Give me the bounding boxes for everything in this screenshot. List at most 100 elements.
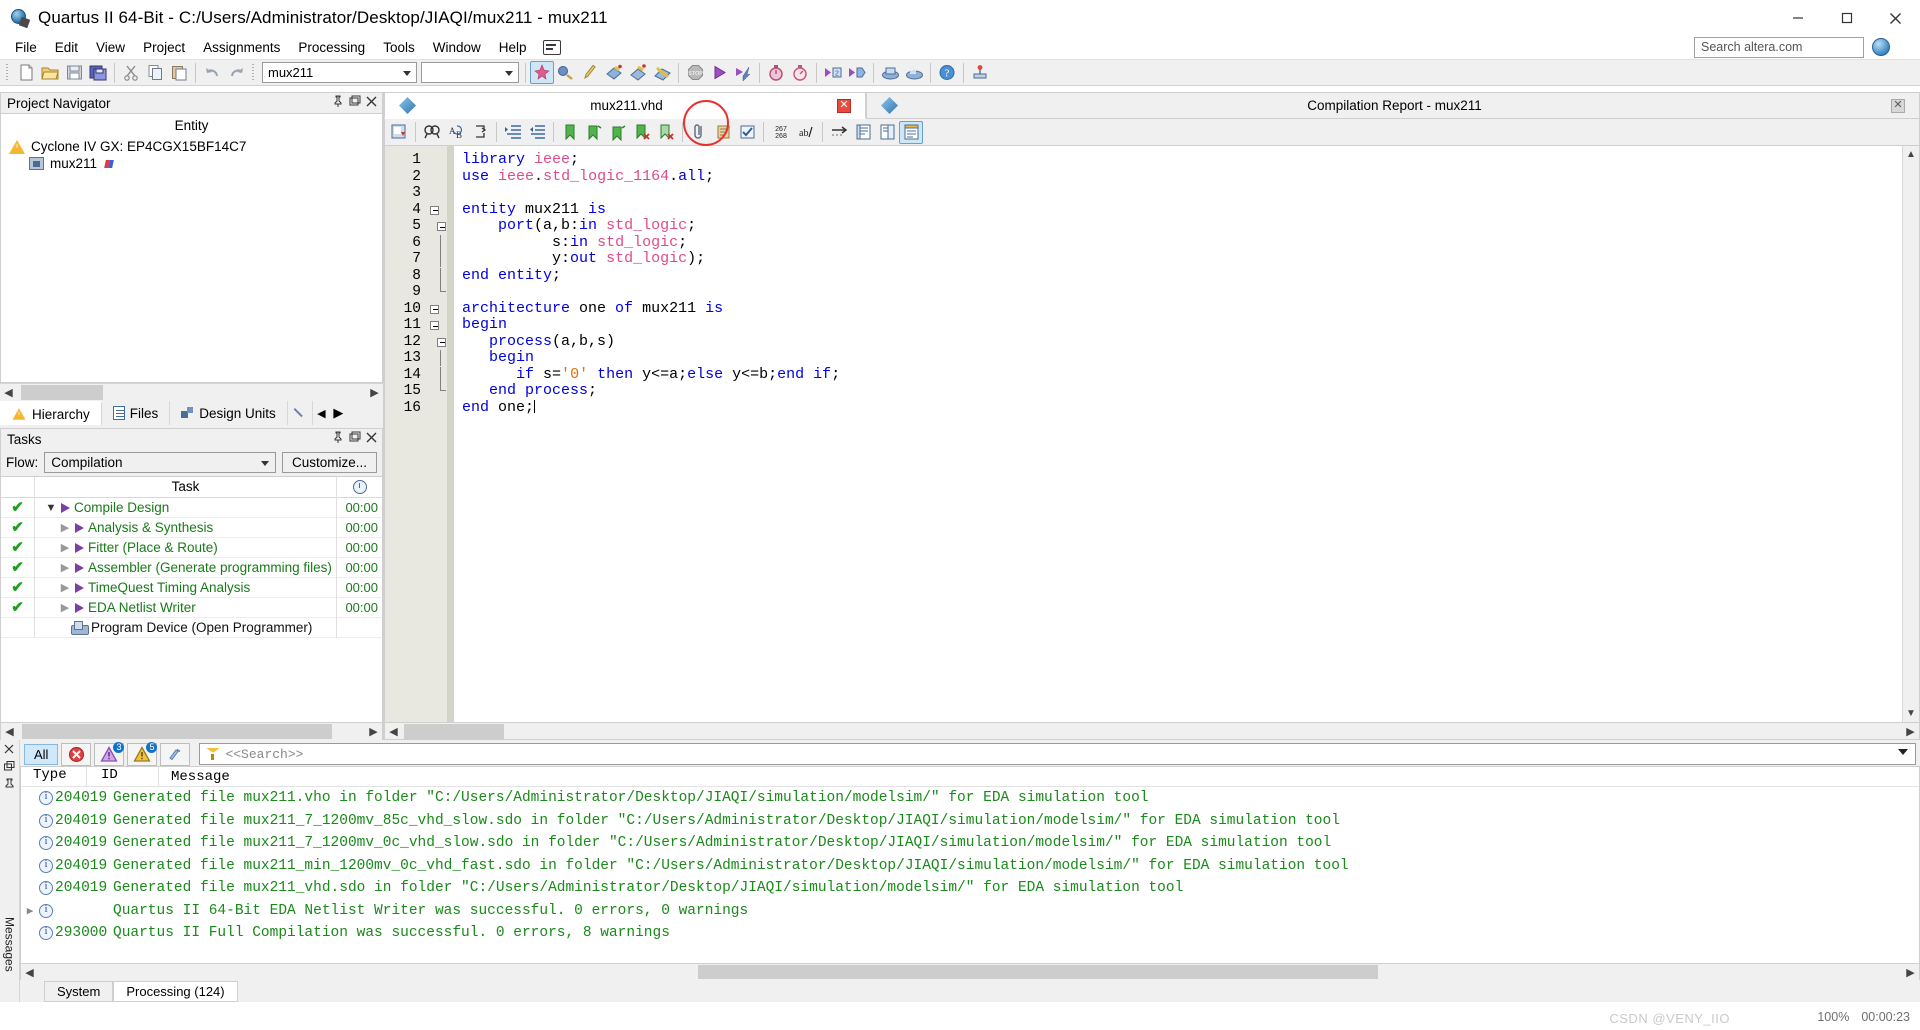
programmer-device-icon[interactable] [878, 61, 902, 84]
filter-info-button[interactable] [160, 742, 191, 766]
editor-hscrollbar[interactable]: ◀ ▶ [384, 723, 1920, 740]
task-row[interactable]: ✔ ▶ Assembler (Generate programming file… [1, 557, 382, 578]
word-wrap-icon[interactable] [827, 121, 851, 144]
undo-icon[interactable] [200, 61, 224, 84]
insert-bookmark-icon[interactable] [558, 121, 582, 144]
full-screen-icon[interactable] [899, 120, 923, 144]
scroll-thumb[interactable] [698, 965, 1378, 979]
second-combo[interactable] [421, 62, 519, 83]
message-row[interactable]: ▶ Quartus II 64-Bit EDA Netlist Writer wa… [21, 900, 1919, 923]
line-numbers-icon[interactable]: 267 268 [768, 121, 794, 144]
scroll-down-button[interactable]: ▼ [1903, 705, 1919, 722]
close-button[interactable] [1871, 0, 1920, 36]
device-row[interactable]: Cyclone IV GX: EP4CGX15BF14C7 [1, 138, 382, 155]
message-row[interactable]: 204019 Generated file mux211.vho in folde… [21, 787, 1919, 810]
run-task-icon[interactable] [75, 522, 84, 533]
maximize-button[interactable] [1822, 0, 1871, 36]
scroll-left-button[interactable]: ◀ [0, 383, 17, 401]
feedback-bubble-icon[interactable] [543, 40, 562, 55]
assignment-editor-icon[interactable] [602, 61, 626, 84]
close-icon[interactable] [366, 431, 378, 444]
chevron-right-icon[interactable]: ▶ [59, 521, 71, 534]
customize-button[interactable]: Customize... [281, 452, 377, 473]
float-icon[interactable] [349, 431, 361, 444]
replace-icon[interactable]: AB [444, 121, 468, 144]
minimize-button[interactable] [1773, 0, 1822, 36]
task-row[interactable]: ✔ ▼ Compile Design 00:00 [1, 497, 382, 518]
filter-errors-button[interactable] [61, 742, 92, 766]
code-editor[interactable]: 1234 5678 9 10 11 12 13 14 15 16 library… [384, 145, 1920, 723]
chevron-right-icon[interactable]: ▶ [59, 601, 71, 614]
chevron-right-icon[interactable]: ▶ [59, 541, 71, 554]
attach-icon[interactable] [687, 121, 711, 144]
toolbar-grip-2[interactable] [251, 63, 257, 83]
chevron-down-icon[interactable]: ▼ [45, 502, 57, 514]
program-device-icon[interactable] [902, 61, 926, 84]
doc-tab-compilation-report[interactable]: Compilation Report - mux211 ✕ [866, 92, 1920, 119]
float-icon[interactable] [4, 761, 15, 772]
tab-ip-components[interactable] [287, 401, 313, 425]
abbreviation-icon[interactable]: ab [794, 121, 818, 144]
task-row[interactable]: ✔ ▶ Fitter (Place & Route) 00:00 [1, 537, 382, 558]
run-task-icon[interactable] [75, 542, 84, 553]
save-file-icon[interactable] [62, 61, 86, 84]
pin-planner-icon[interactable] [578, 61, 602, 84]
messages-search-input[interactable]: <<Search>> [199, 743, 1916, 765]
menu-help[interactable]: Help [490, 38, 536, 57]
scroll-right-button[interactable]: ▶ [1902, 725, 1919, 738]
scroll-up-button[interactable]: ▲ [1903, 146, 1919, 163]
filter-critical-warnings-button[interactable]: 3 [94, 741, 125, 766]
editor-vscrollbar[interactable]: ▲ ▼ [1902, 146, 1919, 722]
search-input[interactable]: Search altera.com [1694, 37, 1864, 58]
tabs-scroll-left[interactable]: ◀ [312, 401, 330, 425]
close-icon[interactable]: ✕ [837, 98, 851, 113]
pin-icon[interactable] [332, 431, 344, 444]
decrease-indent-icon[interactable] [525, 121, 549, 144]
filter-all-tab[interactable]: All [24, 743, 59, 765]
paste-icon[interactable] [167, 61, 191, 84]
settings-icon[interactable] [554, 61, 578, 84]
start-analysis-synthesis-icon[interactable] [731, 61, 755, 84]
clear-all-bookmarks-icon[interactable] [654, 121, 678, 144]
find-icon[interactable] [420, 121, 444, 144]
scroll-track[interactable] [18, 722, 365, 740]
menu-window[interactable]: Window [424, 38, 490, 57]
message-row[interactable]: 204019 Generated file mux211_vhd.sdo in f… [21, 877, 1919, 900]
start-compilation-icon[interactable] [707, 61, 731, 84]
scroll-thumb[interactable] [22, 723, 332, 739]
menu-assignments[interactable]: Assignments [194, 38, 289, 57]
cut-icon[interactable] [119, 61, 143, 84]
messages-hscrollbar[interactable]: ◀ ▶ [20, 964, 1920, 980]
run-task-icon[interactable] [75, 602, 84, 613]
chevron-down-icon[interactable] [1898, 749, 1908, 755]
clear-bookmark-icon[interactable] [630, 121, 654, 144]
float-icon[interactable] [349, 95, 361, 108]
scroll-right-button[interactable]: ▶ [1902, 966, 1919, 979]
help-globe-icon[interactable] [1872, 38, 1890, 56]
scroll-thumb[interactable] [404, 723, 504, 739]
message-row[interactable]: 204019 Generated file mux211_min_1200mv_0… [21, 855, 1919, 878]
filter-warnings-button[interactable]: 5 [127, 741, 158, 766]
code-content[interactable]: library ieee; use ieee.std_logic_1164.all… [454, 146, 1919, 722]
tasks-hscrollbar[interactable]: ◀ ▶ [0, 722, 383, 740]
run-task-icon[interactable] [61, 502, 70, 513]
compiler-tool-icon[interactable] [650, 61, 674, 84]
task-row[interactable]: ✔ ▶ Analysis & Synthesis 00:00 [1, 517, 382, 538]
entity-row-mux211[interactable]: mux211 [1, 155, 382, 172]
start-simulation-icon[interactable]: 2 [821, 61, 845, 84]
check-syntax-icon[interactable] [735, 121, 759, 144]
pin-icon[interactable] [332, 95, 344, 108]
scroll-track[interactable] [17, 383, 366, 401]
scroll-left-button[interactable]: ◀ [385, 725, 402, 738]
template-icon[interactable] [711, 121, 735, 144]
menu-processing[interactable]: Processing [289, 38, 374, 57]
next-bookmark-icon[interactable] [582, 121, 606, 144]
chevron-right-icon[interactable]: ▶ [59, 561, 71, 574]
pin-icon[interactable] [4, 778, 15, 790]
split-view-icon[interactable] [875, 121, 899, 144]
project-combo[interactable]: mux211 [262, 62, 417, 83]
fold-toggle-icon[interactable] [430, 205, 439, 215]
chevron-right-icon[interactable]: ▶ [21, 904, 39, 918]
fold-toggle-icon[interactable] [437, 337, 446, 347]
run-task-icon[interactable] [75, 582, 84, 593]
